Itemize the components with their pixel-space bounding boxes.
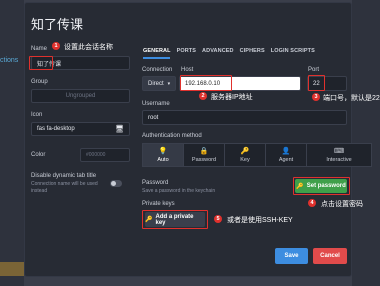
keyboard-icon: ⌨: [333, 147, 345, 155]
disable-tab-title-label: Disable dynamic tab title: [31, 173, 97, 179]
background-strip: [0, 262, 24, 276]
cancel-button[interactable]: Cancel: [313, 248, 347, 264]
save-button[interactable]: Save: [275, 248, 308, 264]
connection-label: Connection: [142, 67, 173, 73]
auth-option-interactive[interactable]: ⌨ Interactive: [306, 143, 372, 167]
auth-option-password-label: Password: [191, 156, 217, 163]
background-sidebar: ctions: [0, 0, 24, 286]
lock-icon: 🔒: [199, 147, 209, 155]
tab-ports[interactable]: PORTS: [177, 48, 196, 54]
private-keys-label: Private keys: [142, 201, 175, 207]
tab-ciphers[interactable]: CIPHERS: [240, 48, 265, 54]
name-label: Name: [31, 46, 48, 52]
auth-option-auto-label: Auto: [157, 156, 169, 163]
annotation-text-2: 服务器IP地址: [211, 94, 253, 101]
annotation-badge-2: 2: [199, 92, 207, 100]
auth-option-auto[interactable]: 💡 Auto: [142, 143, 183, 167]
connection-value: Direct: [148, 80, 164, 87]
annotation-box-add-key: [142, 210, 208, 229]
annotation-badge-3: 3: [312, 93, 320, 101]
auth-option-interactive-label: Interactive: [326, 156, 352, 163]
tab-bar: GENERAL PORTS ADVANCED CIPHERS LOGIN SCR…: [143, 48, 315, 54]
auth-method-selector: 💡 Auto 🔒 Password 🔑 Key 👤 Agent ⌨ Intera…: [142, 143, 372, 167]
icon-label: Icon: [31, 112, 43, 118]
annotation-box-name: [29, 56, 53, 70]
key-icon: 🔑: [240, 147, 250, 155]
disable-tab-title-toggle[interactable]: [110, 180, 122, 187]
password-label: Password: [142, 180, 169, 186]
annotation-box-set-password: [293, 177, 350, 195]
auth-option-key[interactable]: 🔑 Key: [224, 143, 265, 167]
auth-option-agent[interactable]: 👤 Agent: [265, 143, 306, 167]
tab-login-scripts[interactable]: LOGIN SCRIPTS: [271, 48, 315, 54]
color-label: Color: [31, 152, 46, 158]
username-input[interactable]: root: [142, 110, 347, 125]
connection-dialog: 知了传课 Name 知了传课 1 设置此会话名称 Group Ungrouped…: [24, 2, 380, 277]
icon-select[interactable]: fas fa-desktop 🖥: [31, 122, 130, 136]
annotation-text-5: 或者是使用SSH-KEY: [227, 217, 293, 224]
annotation-badge-1: 1: [52, 42, 60, 50]
auth-option-agent-label: Agent: [278, 156, 294, 163]
icon-value: fas fa-desktop: [37, 126, 75, 132]
annotation-badge-4: 4: [308, 199, 316, 207]
password-desc: Save a password in the keychain: [142, 188, 216, 194]
annotation-text-4: 点击设置密码: [321, 201, 363, 208]
port-label: Port: [308, 67, 320, 73]
dialog-title: 知了传课: [31, 17, 84, 32]
connection-select[interactable]: Direct ▾: [142, 76, 176, 91]
disable-tab-title-desc-1: Connection name will be used: [31, 181, 98, 187]
auth-option-key-label: Key: [240, 156, 250, 163]
tab-general[interactable]: GENERAL: [143, 48, 171, 54]
username-label: Username: [142, 101, 170, 107]
annotation-box-host: [180, 75, 232, 91]
auth-method-label: Authentication method: [142, 133, 202, 139]
annotation-badge-5: 5: [214, 215, 222, 223]
host-label: Host: [181, 67, 194, 73]
color-input[interactable]: #000000: [80, 148, 130, 162]
toggle-knob: [111, 181, 116, 186]
desktop-icon: 🖥: [115, 126, 124, 133]
annotation-box-port: [308, 75, 325, 91]
bulb-icon: 💡: [158, 147, 168, 155]
agent-icon: 👤: [281, 147, 291, 155]
active-tab-indicator: [143, 57, 170, 59]
disable-tab-title-desc-2: instead: [31, 188, 48, 194]
annotation-text-1: 设置此会话名称: [64, 44, 113, 51]
chevron-down-icon: ▾: [167, 80, 171, 87]
group-label: Group: [31, 79, 48, 85]
annotation-text-3: 端口号，默认是22: [323, 95, 380, 102]
tab-advanced[interactable]: ADVANCED: [202, 48, 234, 54]
auth-option-password[interactable]: 🔒 Password: [183, 143, 224, 167]
background-sidebar-text: ctions: [0, 57, 19, 64]
group-select[interactable]: Ungrouped: [31, 89, 130, 103]
